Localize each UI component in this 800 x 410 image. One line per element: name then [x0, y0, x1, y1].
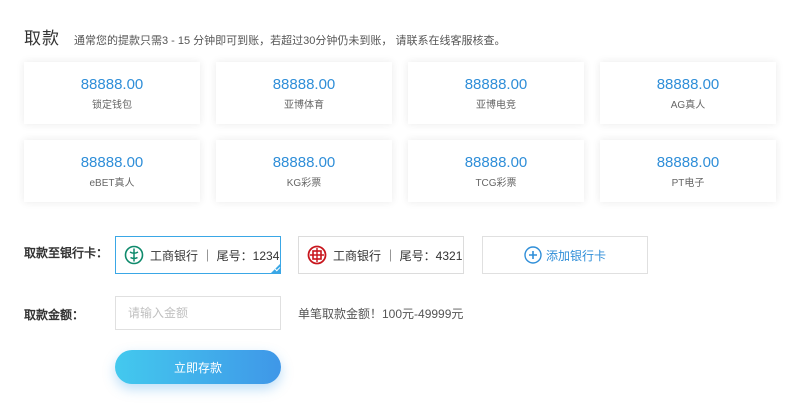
add-bank-card-button[interactable]: 添加银行卡 [482, 236, 648, 274]
bank-card-option-4321[interactable]: 工商银行 ｜ 尾号：4321 [298, 236, 464, 274]
wallet-card-ag-live[interactable]: 88888.00 AG真人 [600, 62, 776, 124]
icbc-bank-logo-icon [307, 245, 327, 265]
selected-check-icon [270, 263, 281, 274]
bank-card-text: 工商银行 ｜ 尾号：4321 [333, 248, 463, 263]
plus-circle-icon [524, 246, 542, 264]
withdraw-amount-hint: 单笔取款金额！100元-49999元 [298, 307, 464, 321]
wallet-name: KG彩票 [286, 177, 322, 189]
withdraw-page: 取款 通常您的提款只需3 - 15 分钟即可到账，若超过30分钟仍未到账， 请联… [0, 0, 800, 410]
wallet-name: AG真人 [670, 99, 706, 111]
wallet-amount: 88888.00 [272, 75, 336, 93]
wallet-card-pt-slots[interactable]: 88888.00 PT电子 [600, 140, 776, 202]
wallet-name: eBET真人 [89, 177, 135, 189]
wallet-name: 亚博电竞 [476, 99, 516, 111]
wallet-amount: 88888.00 [272, 153, 336, 171]
wallet-card-tcg-lottery[interactable]: 88888.00 TCG彩票 [408, 140, 584, 202]
wallet-amount: 88888.00 [80, 75, 144, 93]
withdraw-notice: 通常您的提款只需3 - 15 分钟即可到账，若超过30分钟仍未到账， 请联系在线… [74, 35, 506, 47]
wallet-card-kg-lottery[interactable]: 88888.00 KG彩票 [216, 140, 392, 202]
wallet-name: PT电子 [671, 177, 705, 189]
bank-card-text: 工商银行 ｜ 尾号：1234 [150, 248, 280, 263]
wallet-name: TCG彩票 [475, 177, 517, 189]
wallet-name: 锁定钱包 [92, 99, 132, 111]
bank-card-label: 取款至银行卡： [24, 246, 109, 260]
bank-card-option-1234[interactable]: 工商银行 ｜ 尾号：1234 [115, 236, 281, 274]
withdraw-amount-label: 取款金额： [24, 308, 85, 322]
page-header: 取款 通常您的提款只需3 - 15 分钟即可到账，若超过30分钟仍未到账， 请联… [24, 24, 505, 49]
wallet-amount: 88888.00 [80, 153, 144, 171]
wallet-balance-grid: 88888.00 锁定钱包 88888.00 亚博体育 88888.00 亚博电… [24, 62, 776, 202]
wallet-card-locked[interactable]: 88888.00 锁定钱包 [24, 62, 200, 124]
wallet-amount: 88888.00 [464, 153, 528, 171]
abc-bank-logo-icon [124, 245, 144, 265]
withdraw-amount-input[interactable] [115, 296, 281, 330]
wallet-card-ebet-live[interactable]: 88888.00 eBET真人 [24, 140, 200, 202]
wallet-amount: 88888.00 [656, 153, 720, 171]
wallet-card-yabo-sports[interactable]: 88888.00 亚博体育 [216, 62, 392, 124]
wallet-amount: 88888.00 [656, 75, 720, 93]
page-title: 取款 [24, 29, 60, 48]
add-bank-card-label: 添加银行卡 [545, 248, 606, 263]
submit-withdraw-button[interactable]: 立即存款 [115, 350, 281, 384]
wallet-amount: 88888.00 [464, 75, 528, 93]
wallet-card-yabo-esports[interactable]: 88888.00 亚博电竞 [408, 62, 584, 124]
wallet-name: 亚博体育 [284, 99, 324, 111]
